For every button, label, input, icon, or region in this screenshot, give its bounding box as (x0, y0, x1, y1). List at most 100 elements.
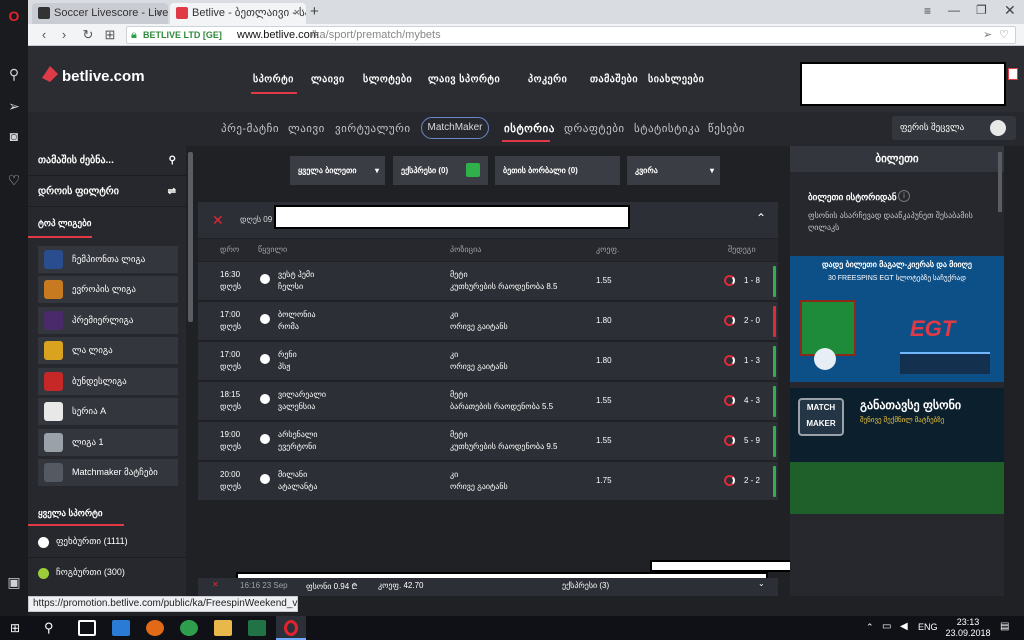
bet-row[interactable]: 19:00 დღეს არსენალი ევერტონი მეტი კუთხურების … (198, 422, 778, 461)
bet-row[interactable]: 17:00 დღეს ბოლონია რომა კი ორივე გაიტანს 1.80 2… (198, 302, 778, 341)
tray-arrow-icon[interactable]: ⌃ (866, 622, 874, 633)
new-tab-button[interactable]: + (310, 3, 319, 20)
color-scheme-button[interactable]: ფერის შეცვლა (892, 116, 1016, 140)
tab-betlive[interactable]: Betlive - ბეთლაივი - სპ × (170, 3, 306, 24)
clock-date[interactable]: 23.09.2018 (944, 628, 992, 638)
ticket-history-label[interactable]: ბილეთი ისტორიდან (808, 192, 897, 203)
game-search[interactable]: თამაშის ძებნა... ⚲ (28, 146, 186, 176)
subnav-virtual[interactable]: ვირტუალური (335, 122, 411, 135)
league-bundesliga[interactable]: ბუნდესლიგა (38, 368, 178, 395)
send-icon[interactable]: ➢ (6, 98, 22, 114)
excel-icon[interactable] (248, 620, 266, 636)
reload-icon[interactable]: ↻ (80, 27, 96, 43)
bet-day: დღეს (220, 362, 242, 371)
language-flag-icon[interactable] (1008, 68, 1018, 80)
file-explorer-icon[interactable] (214, 620, 232, 636)
subnav-live[interactable]: ლაივი (288, 122, 325, 135)
left-scrollbar[interactable] (188, 152, 193, 322)
url-field[interactable]: 🔒︎ BETLIVE LTD [GE] www.betlive.com /ka/… (126, 26, 1016, 44)
league-europa-league[interactable]: ევროპის ლიგა (38, 276, 178, 303)
language-indicator[interactable]: ENG (918, 622, 938, 632)
bookmark-heart-icon[interactable]: ♡ (999, 27, 1009, 43)
notifications-icon[interactable]: ▤ (1000, 621, 1009, 632)
nav-news[interactable]: სიახლეები (648, 74, 704, 85)
league-la-liga[interactable]: ლა ლიგა (38, 337, 178, 364)
bet-time: 17:00 (220, 350, 241, 359)
sport-football[interactable]: ფეხბურთი (1111) (28, 528, 186, 558)
bet-row[interactable]: 16:30 დღეს ვესტ ჰემი ჩელსი მეტი კუთხურების რა… (198, 262, 778, 301)
nav-live[interactable]: ლაივი (311, 74, 345, 85)
status-url: https://promotion.betlive.com/public/ka/… (28, 596, 306, 612)
subnav-matchmaker[interactable]: MatchMaker (421, 117, 489, 139)
matchmaker-banner[interactable]: MATCH MAKER განათავსე ფსონი შენივე შექმნ… (790, 388, 1004, 514)
filter-express[interactable]: ექსპრესი (0) (393, 156, 488, 185)
betlive-logo-icon[interactable] (40, 64, 60, 84)
forward-icon[interactable]: › (56, 27, 72, 43)
search-icon[interactable]: ⚲ (169, 146, 176, 176)
subnav-prematch[interactable]: პრე-მატჩი (221, 122, 279, 135)
firefox-icon[interactable] (146, 620, 164, 636)
subnav-statistics[interactable]: სტატისტიკა (634, 122, 700, 135)
subnav-rules[interactable]: წესები (708, 122, 745, 135)
close-tab-icon[interactable]: × (294, 3, 300, 24)
tab-soccer-livescore[interactable]: Soccer Livescore - Live Sc × (32, 3, 168, 24)
league-premier-league[interactable]: პრემიერლიგა (38, 307, 178, 334)
nav-games[interactable]: თამაშები (590, 74, 638, 85)
info-icon[interactable]: i (898, 190, 910, 202)
search-icon[interactable]: ⚲ (6, 66, 22, 82)
league-ligue-1[interactable]: ლიგა 1 (38, 429, 178, 456)
maximize-icon[interactable]: ❐ (976, 3, 987, 17)
filter-week[interactable]: კვირა ▾ (627, 156, 720, 185)
speed-dial-icon[interactable]: ⊞ (102, 27, 118, 43)
volume-icon[interactable]: ◀ (900, 621, 908, 632)
heart-icon[interactable]: ♡ (6, 172, 22, 188)
close-window-icon[interactable]: ✕ (1004, 2, 1016, 19)
egt-freespins-banner[interactable]: დადე ბილეთი მაგალ-კიერას და მიიღე 30 FRE… (790, 256, 1004, 382)
subnav-drafts[interactable]: დრაფტები (564, 122, 625, 135)
opera-logo-icon[interactable]: O (6, 8, 22, 24)
opera-sidebar: O ⚲ ➢ ◙ ♡ ▣ (0, 0, 28, 616)
site-logo-text[interactable]: betlive.com (62, 68, 145, 85)
clock-time[interactable]: 23:13 (948, 617, 988, 627)
bet-row[interactable]: 20:00 დღეს მილანი ატალანტა კი ორივე გაიტანს 1.… (198, 462, 778, 501)
filter-all-tickets[interactable]: ყველა ბილეთი ▾ (290, 156, 385, 185)
collapse-chevron-icon[interactable]: ⌃ (756, 211, 766, 225)
filter-bet-wheel[interactable]: ბეთის ბორბალი (0) (495, 156, 620, 185)
league-serie-a[interactable]: სერია A (38, 398, 178, 425)
chrome-icon[interactable] (180, 620, 198, 636)
sidebar-toggle-icon[interactable]: ▣ (6, 574, 22, 590)
league-champions-league[interactable]: ჩემპიონთა ლიგა (38, 246, 178, 273)
opera-taskbar-button[interactable] (276, 616, 306, 640)
soccer-ball-icon (260, 474, 270, 484)
nav-sport[interactable]: სპორტი (253, 74, 294, 85)
bet-row[interactable]: 17:00 დღეს რენი პსჟ კი ორივე გაიტანს 1.80 1 - 3 (198, 342, 778, 381)
send-page-icon[interactable]: ➢ (983, 27, 992, 43)
league-matchmaker[interactable]: Matchmaker მატჩები (38, 459, 178, 486)
bet-row[interactable]: 18:15 დღეს ვილარეალი ვალენსია მეტი ბარათების … (198, 382, 778, 421)
filter-label: კვირა (635, 166, 658, 175)
expand-chevron-icon[interactable]: ⌄ (758, 579, 765, 588)
time-filter[interactable]: დროის ფილტრი ⇌ (28, 177, 186, 207)
bet-slip-summary[interactable]: ✕ 16:16 23 Sep ფსონი 0.94 ₾ კოეფ. 42.70 … (198, 578, 778, 596)
subnav-history[interactable]: ისტორია (504, 122, 555, 135)
close-tab-icon[interactable]: × (156, 3, 162, 24)
filter-sliders-icon[interactable]: ⇌ (168, 177, 176, 207)
back-icon[interactable]: ‹ (36, 27, 52, 43)
sport-tennis[interactable]: ჩოგბურთი (300) (28, 559, 186, 589)
edge-icon[interactable] (112, 620, 130, 636)
minimize-icon[interactable]: — (948, 3, 960, 17)
nav-live-sport[interactable]: ლაივ სპორტი (428, 74, 500, 85)
windows-start-icon[interactable]: ⊞ (10, 621, 24, 635)
tab-menu-icon[interactable]: ≡ (924, 4, 931, 18)
nav-slots[interactable]: სლოტები (363, 74, 412, 85)
task-view-icon[interactable] (78, 620, 96, 636)
nav-poker[interactable]: პოკერი (528, 74, 567, 85)
right-scrollbar[interactable] (998, 152, 1002, 212)
bet-odds: 1.80 (596, 356, 612, 365)
search-icon[interactable]: ⚲ (44, 620, 54, 636)
sport-label: ჩოგბურთი (300) (56, 567, 125, 577)
bet-market: ორივე გაიტანს (450, 322, 508, 331)
network-icon[interactable]: ▭ (882, 621, 891, 632)
camera-icon[interactable]: ◙ (6, 128, 22, 144)
bet-slip-header[interactable]: ✕ დღეს 09 ⌃ (198, 202, 778, 238)
